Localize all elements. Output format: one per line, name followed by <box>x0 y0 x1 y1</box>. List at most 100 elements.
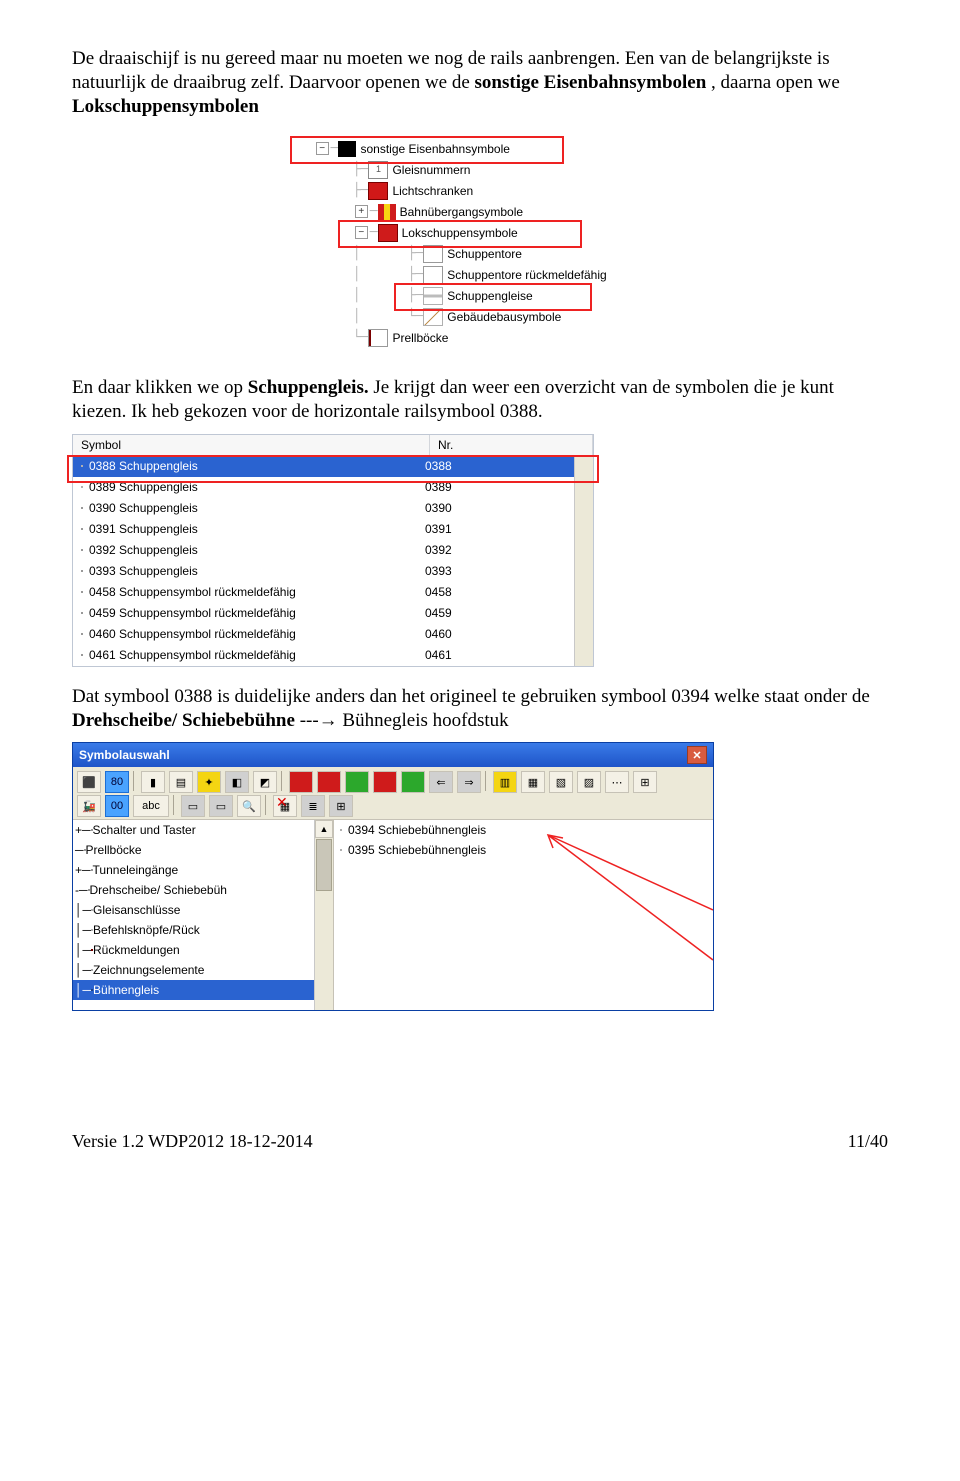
toolbar-button[interactable]: ▭ <box>181 795 205 817</box>
col-symbol[interactable]: Symbol <box>73 435 430 455</box>
toolbar-separator <box>133 771 137 791</box>
list-item-label: 0461 Schuppensymbol rückmeldefähig <box>89 648 296 662</box>
tree-row[interactable]: └─Prellböcke <box>298 327 662 348</box>
tree-row[interactable]: │ ├─Schuppengleise <box>298 285 662 306</box>
toolbar-button[interactable]: ◩ <box>253 771 277 793</box>
list-item[interactable]: 0458 Schuppensymbol rückmeldefähig0458 <box>73 582 593 603</box>
toolbar-button[interactable]: ▦✕ <box>273 795 297 817</box>
toolbar-button[interactable]: ⊞ <box>329 795 353 817</box>
list-item[interactable]: 0461 Schuppensymbol rückmeldefähig0461 <box>73 645 593 666</box>
toolbar-button[interactable]: ✦ <box>197 771 221 793</box>
toolbar-abc[interactable]: abc <box>133 795 169 817</box>
door-icon <box>423 266 443 284</box>
collapse-icon[interactable]: − <box>316 142 329 155</box>
list-item[interactable]: 0391 Schuppengleis0391 <box>73 519 593 540</box>
toolbar-separator <box>485 771 489 791</box>
list-header: Symbol Nr. <box>73 435 593 456</box>
toolbar-separator <box>173 795 177 815</box>
toolbar-button[interactable]: ◧ <box>225 771 249 793</box>
term-lokschuppen: Lokschuppensymbolen <box>72 96 259 117</box>
toolbar-button[interactable]: ⇒ <box>457 771 481 793</box>
number-icon: 1 <box>368 161 388 179</box>
toolbar-button[interactable] <box>289 771 313 793</box>
toolbar-button[interactable]: ▭ <box>209 795 233 817</box>
list-item[interactable]: 0393 Schuppengleis0393 <box>73 561 593 582</box>
list-item[interactable]: 0389 Schuppengleis0389 <box>73 477 593 498</box>
term-schuppengleis: Schuppengleis. <box>248 377 369 398</box>
tree-row[interactable]: +─Tunneleingänge <box>73 860 333 880</box>
toolbar-button[interactable] <box>373 771 397 793</box>
tree-scrollbar[interactable]: ▲ <box>314 820 333 1010</box>
toolbar-row-2: 🚂 00 abc ▭ ▭ 🔍 ▦✕ ≣ ⊞ <box>73 795 713 819</box>
close-icon[interactable]: ✕ <box>687 746 707 764</box>
tree-row[interactable]: +─Bahnübergangsymbole <box>298 201 662 222</box>
toolbar-button[interactable]: ▥ <box>493 771 517 793</box>
tree-row[interactable]: │ ─Zeichnungselemente <box>73 960 333 980</box>
toolbar-button[interactable]: ⋯ <box>605 771 629 793</box>
tree-row[interactable]: │ ├─Schuppentore rückmeldefähig <box>298 264 662 285</box>
tree-row[interactable]: │ ─Rückmeldungen <box>73 940 333 960</box>
toolbar-search-icon[interactable]: 🔍 <box>237 795 261 817</box>
col-nr[interactable]: Nr. <box>430 435 593 455</box>
tree-row[interactable]: ─Prellböcke <box>73 840 333 860</box>
toolbar-badge[interactable]: 80 <box>105 771 129 793</box>
left-tree-panel: +─Schalter und Taster ─Prellböcke +─Tunn… <box>73 820 334 1010</box>
intro-paragraph-3: Dat symbool 0388 is duidelijke anders da… <box>72 685 888 733</box>
shed-icon <box>378 224 398 242</box>
toolbar-button[interactable]: ▤ <box>169 771 193 793</box>
symbol-icon <box>81 507 83 509</box>
list-item[interactable]: 0460 Schuppensymbol rückmeldefähig0460 <box>73 624 593 645</box>
list-item[interactable]: 0459 Schuppensymbol rückmeldefähig0459 <box>73 603 593 624</box>
toolbar-button[interactable]: ⊞ <box>633 771 657 793</box>
toolbar-badge[interactable]: 00 <box>105 795 129 817</box>
expand-icon[interactable]: + <box>75 863 82 877</box>
toolbar-button[interactable] <box>317 771 341 793</box>
toolbar-button[interactable]: ≣ <box>301 795 325 817</box>
window-titlebar[interactable]: Symbolauswahl ✕ <box>73 743 713 767</box>
toolbar-button[interactable]: ▨ <box>577 771 601 793</box>
list-item-label: 0458 Schuppensymbol rückmeldefähig <box>89 585 296 599</box>
expand-icon[interactable]: + <box>355 205 368 218</box>
list-item[interactable]: 0390 Schuppengleis0390 <box>73 498 593 519</box>
tree-label: Schuppengleise <box>447 289 532 303</box>
toolbar-button[interactable] <box>401 771 425 793</box>
list-item-nr: 0389 <box>419 480 505 494</box>
list-item[interactable]: 0392 Schuppengleis0392 <box>73 540 593 561</box>
page-footer: Versie 1.2 WDP2012 18-12-2014 11/40 <box>72 1131 888 1152</box>
tree-row[interactable]: │ └─Gebäudebausymbole <box>298 306 662 327</box>
tree-row[interactable]: ├─1Gleisnummern <box>298 159 662 180</box>
lightbarrier-icon <box>368 182 388 200</box>
tree-row[interactable]: −─sonstige Eisenbahnsymbole <box>298 138 662 159</box>
toolbar-button[interactable]: 🚂 <box>77 795 101 817</box>
symbol-icon <box>81 591 83 593</box>
tree-row[interactable]: ├─Lichtschranken <box>298 180 662 201</box>
tree-label: Tunneleingänge <box>93 863 179 877</box>
scroll-up-icon[interactable]: ▲ <box>315 820 333 838</box>
list-item[interactable]: 0388 Schuppengleis0388 <box>73 456 593 477</box>
symbol-icon <box>81 465 83 467</box>
tree-label: sonstige Eisenbahnsymbole <box>360 142 509 156</box>
expand-icon[interactable]: + <box>75 823 82 837</box>
tree-row[interactable]: +─Schalter und Taster <box>73 820 333 840</box>
toolbar-button[interactable]: ⇐ <box>429 771 453 793</box>
tree-row[interactable]: −─Lokschuppensymbole <box>298 222 662 243</box>
tree-row[interactable]: -─Drehscheibe/ Schiebebüh <box>73 880 333 900</box>
toolbar-button[interactable]: ⬛ <box>77 771 101 793</box>
text: Dat symbool 0388 is duidelijke anders da… <box>72 686 870 707</box>
tree-row[interactable]: │ ─Befehlsknöpfe/Rück <box>73 920 333 940</box>
list-item-nr: 0393 <box>419 564 505 578</box>
tree-row[interactable]: │ ─Gleisanschlüsse <box>73 900 333 920</box>
tree-label: Bahnübergangsymbole <box>400 205 523 219</box>
tree-row[interactable]: │ ─Bühnengleis <box>73 980 333 1000</box>
toolbar-button[interactable]: ▮ <box>141 771 165 793</box>
toolbar-button[interactable]: ▧ <box>549 771 573 793</box>
tree-row[interactable]: │ ├─Schuppentore <box>298 243 662 264</box>
list-scrollbar[interactable] <box>574 457 593 666</box>
list-item-nr: 0460 <box>419 627 505 641</box>
tree-label: Schalter und Taster <box>93 823 196 837</box>
scroll-thumb[interactable] <box>316 839 332 891</box>
arrow-icon: → <box>319 710 338 731</box>
toolbar-button[interactable]: ▦ <box>521 771 545 793</box>
toolbar-button[interactable] <box>345 771 369 793</box>
collapse-icon[interactable]: − <box>355 226 368 239</box>
